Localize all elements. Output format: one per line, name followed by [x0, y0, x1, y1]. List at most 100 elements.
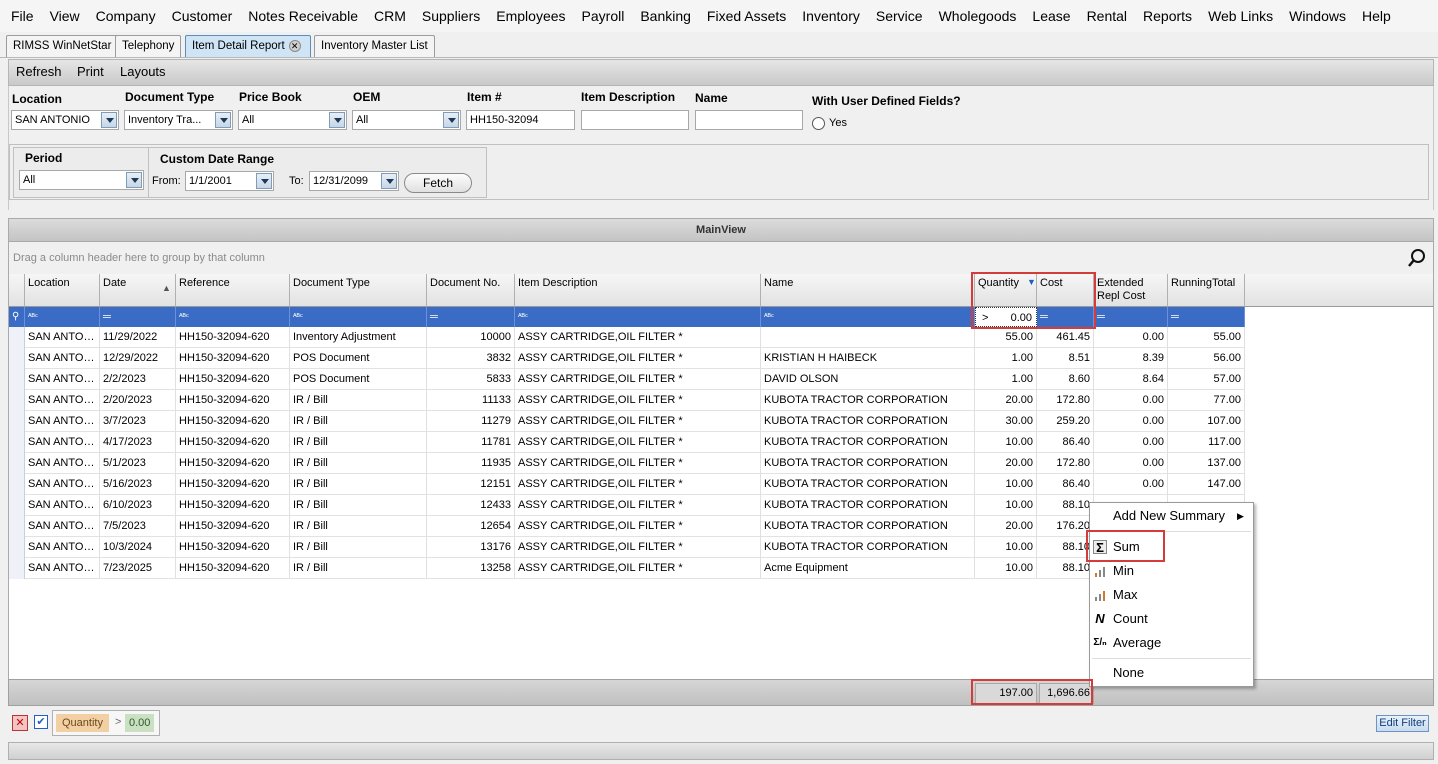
table-row[interactable]: SAN ANTON... 12/29/2022 HH150-32094-620 POS…: [9, 348, 1245, 369]
cell-running-total[interactable]: 55.00: [1168, 327, 1245, 348]
cell-document-type[interactable]: IR / Bill: [290, 537, 427, 558]
cell-running-total[interactable]: 137.00: [1168, 453, 1245, 474]
cell-name[interactable]: Acme Equipment: [761, 558, 975, 579]
chevron-down-icon[interactable]: [126, 172, 142, 188]
cell-cost[interactable]: 461.45: [1037, 327, 1094, 348]
menu-item-min[interactable]: Min: [1090, 559, 1253, 583]
cell-date[interactable]: 4/17/2023: [100, 432, 176, 453]
cell-quantity[interactable]: 30.00: [975, 411, 1037, 432]
filter-cell-item-description[interactable]: ᴬᴮᶜ: [515, 307, 761, 327]
cell-extended-repl-cost[interactable]: 0.00: [1094, 390, 1168, 411]
cell-extended-repl-cost[interactable]: 0.00: [1094, 474, 1168, 495]
cell-name[interactable]: KUBOTA TRACTOR CORPORATION: [761, 432, 975, 453]
cell-location[interactable]: SAN ANTON...: [25, 453, 100, 474]
menu-web-links[interactable]: Web Links: [1200, 0, 1281, 32]
cell-item-description[interactable]: ASSY CARTRIDGE,OIL FILTER *: [515, 495, 761, 516]
cell-name[interactable]: KUBOTA TRACTOR CORPORATION: [761, 537, 975, 558]
cell-document-type[interactable]: IR / Bill: [290, 495, 427, 516]
cell-cost[interactable]: 259.20: [1037, 411, 1094, 432]
menu-suppliers[interactable]: Suppliers: [414, 0, 488, 32]
location-combo[interactable]: SAN ANTONIO: [11, 110, 119, 130]
cell-reference[interactable]: HH150-32094-620: [176, 495, 290, 516]
cell-location[interactable]: SAN ANTON...: [25, 411, 100, 432]
table-row[interactable]: SAN ANTON... 4/17/2023 HH150-32094-620 IR /…: [9, 432, 1245, 453]
table-row[interactable]: SAN ANTON... 2/2/2023 HH150-32094-620 POS D…: [9, 369, 1245, 390]
cell-name[interactable]: KUBOTA TRACTOR CORPORATION: [761, 411, 975, 432]
cell-name[interactable]: KRISTIAN H HAIBECK: [761, 348, 975, 369]
cell-document-type[interactable]: IR / Bill: [290, 474, 427, 495]
cell-date[interactable]: 12/29/2022: [100, 348, 176, 369]
cell-cost[interactable]: 86.40: [1037, 432, 1094, 453]
cell-item-description[interactable]: ASSY CARTRIDGE,OIL FILTER *: [515, 348, 761, 369]
table-row[interactable]: SAN ANTON... 2/20/2023 HH150-32094-620 IR /…: [9, 390, 1245, 411]
cell-document-no[interactable]: 11781: [427, 432, 515, 453]
cell-cost[interactable]: 88.10: [1037, 495, 1094, 516]
chevron-down-icon[interactable]: [101, 112, 117, 128]
cell-running-total[interactable]: 147.00: [1168, 474, 1245, 495]
cell-quantity[interactable]: 10.00: [975, 474, 1037, 495]
cell-document-type[interactable]: POS Document: [290, 348, 427, 369]
cell-cost[interactable]: 86.40: [1037, 474, 1094, 495]
menu-view[interactable]: View: [42, 0, 88, 32]
menu-windows[interactable]: Windows: [1281, 0, 1354, 32]
tab-rimss[interactable]: RIMSS WinNetStar: [6, 35, 119, 57]
menu-item-max[interactable]: Max: [1090, 583, 1253, 607]
cell-reference[interactable]: HH150-32094-620: [176, 453, 290, 474]
cell-reference[interactable]: HH150-32094-620: [176, 558, 290, 579]
cell-date[interactable]: 7/23/2025: [100, 558, 176, 579]
cell-date[interactable]: 11/29/2022: [100, 327, 176, 348]
filter-cell-quantity[interactable]: >0.00: [975, 307, 1037, 327]
filter-cell-date[interactable]: ═: [100, 307, 176, 327]
cell-name[interactable]: KUBOTA TRACTOR CORPORATION: [761, 516, 975, 537]
cell-document-type[interactable]: Inventory Adjustment: [290, 327, 427, 348]
menu-company[interactable]: Company: [88, 0, 164, 32]
cell-document-no[interactable]: 5833: [427, 369, 515, 390]
cell-document-no[interactable]: 12654: [427, 516, 515, 537]
menu-inventory[interactable]: Inventory: [794, 0, 868, 32]
cell-quantity[interactable]: 20.00: [975, 516, 1037, 537]
table-row[interactable]: SAN ANTON... 10/3/2024 HH150-32094-620 IR /…: [9, 537, 1245, 558]
cell-extended-repl-cost[interactable]: 0.00: [1094, 432, 1168, 453]
cell-running-total[interactable]: 77.00: [1168, 390, 1245, 411]
cell-item-description[interactable]: ASSY CARTRIDGE,OIL FILTER *: [515, 390, 761, 411]
row-indicator[interactable]: [9, 558, 25, 579]
column-header-cost[interactable]: Cost: [1037, 274, 1094, 307]
cell-location[interactable]: SAN ANTON...: [25, 348, 100, 369]
sum-quantity[interactable]: 197.00: [975, 683, 1037, 704]
cell-date[interactable]: 2/2/2023: [100, 369, 176, 390]
menu-lease[interactable]: Lease: [1024, 0, 1078, 32]
chevron-down-icon[interactable]: [329, 112, 345, 128]
document-type-combo[interactable]: Inventory Tra...: [124, 110, 233, 130]
menu-file[interactable]: File: [3, 0, 42, 32]
chevron-down-icon[interactable]: [381, 173, 397, 189]
cell-quantity[interactable]: 1.00: [975, 369, 1037, 390]
cell-location[interactable]: SAN ANTON...: [25, 432, 100, 453]
filter-cell-reference[interactable]: ᴬᴮᶜ: [176, 307, 290, 327]
group-by-area[interactable]: Drag a column header here to group by th…: [8, 242, 1434, 274]
cell-reference[interactable]: HH150-32094-620: [176, 516, 290, 537]
column-header-document-no[interactable]: Document No.: [427, 274, 515, 307]
filter-cell-document-no[interactable]: ═: [427, 307, 515, 327]
cell-document-no[interactable]: 13176: [427, 537, 515, 558]
cell-document-type[interactable]: IR / Bill: [290, 432, 427, 453]
cell-extended-repl-cost[interactable]: 0.00: [1094, 411, 1168, 432]
cell-location[interactable]: SAN ANTON...: [25, 537, 100, 558]
fetch-button[interactable]: Fetch: [404, 173, 472, 193]
name-input[interactable]: [695, 110, 803, 130]
filter-cell-location[interactable]: ᴬᴮᶜ: [25, 307, 100, 327]
cell-cost[interactable]: 8.60: [1037, 369, 1094, 390]
filter-cell-cost[interactable]: ═: [1037, 307, 1094, 327]
cell-extended-repl-cost[interactable]: 8.39: [1094, 348, 1168, 369]
cell-document-no[interactable]: 12433: [427, 495, 515, 516]
close-icon[interactable]: ✕: [288, 39, 301, 52]
cell-reference[interactable]: HH150-32094-620: [176, 474, 290, 495]
cell-document-no[interactable]: 11935: [427, 453, 515, 474]
enable-filter-checkbox[interactable]: ✔: [34, 715, 48, 729]
column-header-document-type[interactable]: Document Type: [290, 274, 427, 307]
cell-document-no[interactable]: 12151: [427, 474, 515, 495]
cell-date[interactable]: 5/16/2023: [100, 474, 176, 495]
menu-service[interactable]: Service: [868, 0, 931, 32]
menu-reports[interactable]: Reports: [1135, 0, 1200, 32]
filter-expression[interactable]: Quantity > 0.00: [52, 710, 160, 736]
tab-telephony[interactable]: Telephony: [115, 35, 182, 57]
